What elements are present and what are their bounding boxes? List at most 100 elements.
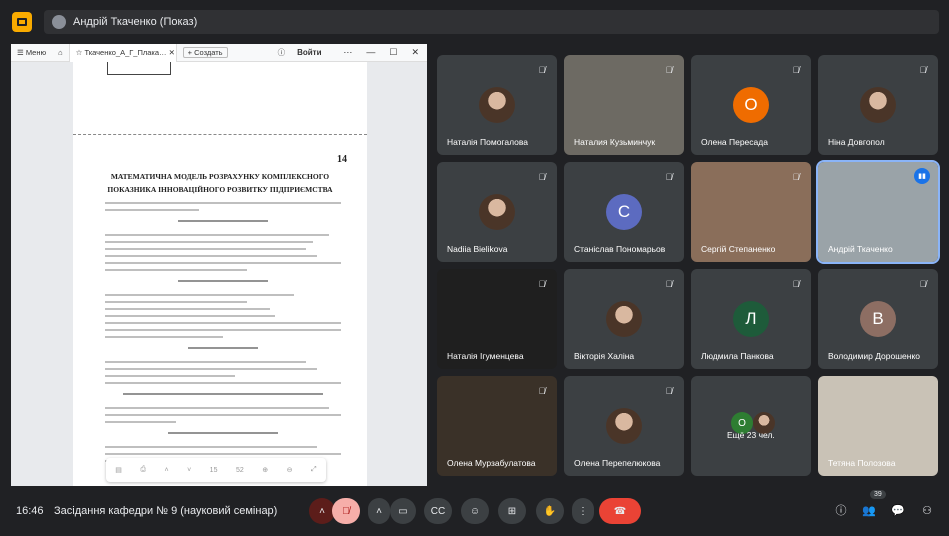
shared-screen: ☰ Меню ⌂ ☆ Ткаченко_А_Г_Плака… ✕ + Созда… <box>11 44 427 486</box>
present-icon: ⊞ <box>507 505 517 517</box>
participant-name: Ещё 23 чел. <box>727 430 775 440</box>
more-options-button[interactable]: ⋮ <box>572 498 594 524</box>
camera-icon: ▭ <box>398 505 408 517</box>
avatar <box>860 87 896 123</box>
captions-button[interactable]: CC <box>424 498 452 524</box>
participant-name: Володимир Дорошенко <box>828 351 921 361</box>
page-divider <box>73 134 367 135</box>
page-number: 14 <box>337 154 347 165</box>
participant-tile[interactable]: 🎙̸ Сергій Степаненко <box>691 162 811 262</box>
more-icon[interactable]: ⋯ <box>343 47 352 58</box>
chevron-down-icon[interactable]: ˅ <box>187 467 191 474</box>
participant-name: Людмила Панкова <box>701 351 774 361</box>
participant-tile[interactable]: 🎙̸ О Олена Пересада <box>691 55 811 155</box>
participant-tile[interactable]: 🎙̸ Наталія Ігуменцева <box>437 269 557 369</box>
home-icon[interactable]: ⌂ <box>52 44 69 62</box>
tab-label: Ткаченко_А_Г_Плака… <box>84 48 167 57</box>
participant-tile[interactable]: 🎙̸ Вікторія Халіна <box>564 269 684 369</box>
camera-options-button[interactable]: ˄ <box>368 498 390 524</box>
mic-off-icon: 🎙̸ <box>919 279 927 289</box>
menu-button[interactable]: ☰ Меню <box>11 44 52 62</box>
participant-tile[interactable]: 🎙̸ Олена Перепелюкова <box>564 376 684 476</box>
mic-off-icon: 🎙̸ <box>538 65 546 75</box>
mic-off-icon: 🎙̸ <box>538 279 546 289</box>
presenter-avatar <box>52 15 66 29</box>
more-participants-tile[interactable]: О Ещё 23 чел. <box>691 376 811 476</box>
participant-tile[interactable]: ▮▮ Андрій Ткаченко <box>816 160 940 264</box>
zoom-in-icon[interactable]: ⊕ <box>262 466 268 474</box>
page-input[interactable]: 15 <box>210 467 218 474</box>
presenter-banner[interactable]: Андрій Ткаченко (Показ) <box>44 10 939 34</box>
activities-icon[interactable]: ⚇ <box>918 501 936 519</box>
participant-name: Олена Мурзабулатова <box>447 458 536 468</box>
participant-tile[interactable]: 🎙̸ Наталія Помогалова <box>437 55 557 155</box>
menu-label: Меню <box>25 48 47 57</box>
avatar: О <box>733 87 769 123</box>
avatar <box>606 408 642 444</box>
participant-name: Наталия Кузьминчук <box>574 137 656 147</box>
participant-tile[interactable]: 🎙̸ Олена Мурзабулатова <box>437 376 557 476</box>
mic-off-icon: 🎙̸ <box>538 386 546 396</box>
participant-name: Сергій Степаненко <box>701 244 776 254</box>
participant-name: Вікторія Халіна <box>574 351 635 361</box>
participant-name: Ніна Довгопол <box>828 137 885 147</box>
browser-tab[interactable]: ☆ Ткаченко_А_Г_Плака… ✕ <box>68 44 177 62</box>
participant-tile[interactable]: 🎙̸ Л Людмила Панкова <box>691 269 811 369</box>
people-icon[interactable]: 👥 <box>860 501 878 519</box>
avatar: Л <box>733 301 769 337</box>
participant-name: Nadiia Bielikova <box>447 244 508 254</box>
avatar <box>479 194 515 230</box>
emoji-button[interactable]: ☺ <box>461 498 489 524</box>
meeting-title: Засідання кафедри № 9 (науковий семінар) <box>54 505 278 517</box>
mic-off-icon: 🎙̸ <box>665 386 673 396</box>
info-icon[interactable]: ⓘ <box>832 501 850 519</box>
participant-tile[interactable]: 🎙̸ В Володимир Дорошенко <box>818 269 938 369</box>
more-icon: ⋮ <box>578 505 588 517</box>
mic-off-icon: 🎙̸ <box>665 279 673 289</box>
document-icon[interactable]: ▤ <box>115 466 122 474</box>
maximize-icon[interactable]: ☐ <box>389 47 397 58</box>
print-icon[interactable]: ⎙ <box>140 466 146 474</box>
participant-name: Олена Перепелюкова <box>574 458 661 468</box>
close-icon[interactable]: ✕ <box>411 47 419 58</box>
create-button[interactable]: + Создать <box>182 47 228 58</box>
pdf-toolbar: ▤ ⎙ ˄ ˅ 15 52 ⊕ ⊖ ⤢ <box>106 458 326 482</box>
expand-icon[interactable]: ⤢ <box>311 466 317 474</box>
help-icon[interactable]: ⓘ <box>272 44 292 62</box>
participant-tile[interactable]: Тетяна Полозова <box>818 376 938 476</box>
document-page: 14 МАТЕМАТИЧНА МОДЕЛЬ РОЗРАХУНКУ КОМПЛЕК… <box>73 62 367 486</box>
presenter-label: Андрій Ткаченко (Показ) <box>73 16 198 28</box>
raise-hand-button[interactable]: ✋ <box>536 498 564 524</box>
mic-off-icon: 🎙̸ <box>792 279 800 289</box>
end-call-button[interactable]: ☎ <box>599 498 641 524</box>
mic-off-icon: 🎙̸ <box>919 65 927 75</box>
speaking-indicator-icon: ▮▮ <box>914 168 930 184</box>
minimize-icon[interactable]: — <box>366 47 375 58</box>
raise-hand-icon: ✋ <box>543 505 557 517</box>
page-title: МАТЕМАТИЧНА МОДЕЛЬ РОЗРАХУНКУ КОМПЛЕКСНО… <box>107 172 333 194</box>
participant-name: Андрій Ткаченко <box>828 244 893 254</box>
page-total: 52 <box>235 466 244 474</box>
avatar <box>479 87 515 123</box>
captions-icon: CC <box>430 505 446 517</box>
participant-name: Наталія Помогалова <box>447 137 528 147</box>
pdf-viewer[interactable]: 14 МАТЕМАТИЧНА МОДЕЛЬ РОЗРАХУНКУ КОМПЛЕК… <box>11 62 427 486</box>
mic-off-icon: 🎙̸ <box>342 505 350 517</box>
present-button[interactable]: ⊞ <box>498 498 526 524</box>
participant-tile[interactable]: 🎙̸ Наталия Кузьминчук <box>564 55 684 155</box>
zoom-out-icon[interactable]: ⊖ <box>287 466 293 474</box>
mic-toggle-button[interactable]: 🎙̸ <box>332 498 360 524</box>
end-call-icon: ☎ <box>613 505 627 517</box>
chat-icon[interactable]: 💬 <box>889 501 907 519</box>
participant-name: Наталія Ігуменцева <box>447 351 524 361</box>
participant-tile[interactable]: 🎙̸ Nadiia Bielikova <box>437 162 557 262</box>
mic-off-icon: 🎙̸ <box>792 172 800 182</box>
bottom-bar: 16:46 Засідання кафедри № 9 (науковий се… <box>0 486 949 536</box>
participant-tile[interactable]: 🎙̸ С Станіслав Пономарьов <box>564 162 684 262</box>
camera-toggle-button[interactable]: ▭ <box>390 498 416 524</box>
login-button[interactable]: Войти <box>291 44 327 62</box>
chevron-up-icon[interactable]: ˄ <box>164 467 168 474</box>
avatar: В <box>860 301 896 337</box>
clock: 16:46 <box>16 505 44 517</box>
participant-tile[interactable]: 🎙̸ Ніна Довгопол <box>818 55 938 155</box>
